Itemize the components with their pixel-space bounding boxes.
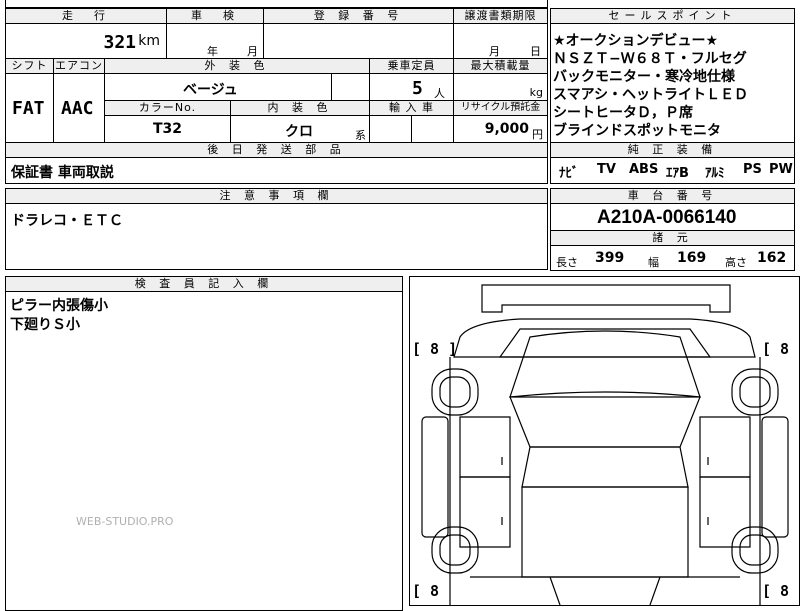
registration-cell <box>263 23 454 59</box>
shift-cell: FAT <box>5 73 54 143</box>
transfer-header: 譲渡書類期限 <box>453 8 548 24</box>
width-value: 169 <box>677 250 707 266</box>
inspector-line: 下廻りＳ小 <box>10 317 80 333</box>
transfer-month-unit: 月 <box>489 45 500 58</box>
later-parts-cell: 保証書 車両取説 <box>5 157 548 184</box>
interior-value: クロ <box>285 124 313 140</box>
sales-point-line: シートヒータＤ，Ｐ席 <box>553 105 693 121</box>
sales-point-line: ブラインドスポットモニタ <box>553 123 721 139</box>
inspection-cell: 年 月 <box>166 23 264 59</box>
equipment-item: PS <box>743 162 762 177</box>
tire-rear-left-rating: [ 8 <box>412 582 440 600</box>
later-parts-value: 保証書 車両取説 <box>11 165 114 181</box>
exterior-header: 外 装 色 <box>104 58 370 74</box>
later-parts-header: 後 日 発 送 部 品 <box>5 142 548 158</box>
exterior-value: ベージュ <box>183 82 238 98</box>
recycle-cell: 9,000 円 <box>453 115 548 143</box>
capacity-unit: 人 <box>434 87 445 100</box>
chassis-header: 車 台 番 号 <box>550 188 795 204</box>
recycle-unit: 円 <box>532 128 543 141</box>
car-diagram-frame: [ 8 ] [ 8 ] [ 8 [ 8 <box>409 276 800 606</box>
inspector-cell: ピラー内張傷小 下廻りＳ小 WEB-STUDIO.PRO <box>5 291 403 611</box>
sales-point-line: ＮＳＺＴ−Ｗ６８Ｔ・フルセグ <box>553 51 747 67</box>
color-no-cell: T32 <box>104 115 231 143</box>
max-load-unit: kg <box>529 86 543 99</box>
chassis-cell: A210A-0066140 <box>550 203 795 231</box>
color-no-value: T32 <box>153 121 183 137</box>
width-label: 幅 <box>648 256 659 269</box>
capacity-cell: 5 人 <box>369 73 454 101</box>
sales-points-cell: ★オークションデビュー★ ＮＳＺＴ−Ｗ６８Ｔ・フルセグ バックモニター・寒冷地仕… <box>550 23 795 143</box>
exterior-aux-cell <box>331 73 370 101</box>
interior-cell: クロ 系 <box>230 115 370 143</box>
inspection-header: 車 検 <box>166 8 264 24</box>
registration-header: 登 録 番 号 <box>263 8 454 24</box>
equipment-item: ﾅﾋﾞ <box>559 166 579 181</box>
inspection-year-unit: 年 <box>207 45 218 58</box>
equipment-cell: ﾅﾋﾞ TV ABS ｴｱB ｱﾙﾐ PS PW <box>550 157 795 184</box>
equipment-item: ABS <box>629 162 659 177</box>
equipment-header: 純 正 装 備 <box>550 142 795 158</box>
interior-suffix: 系 <box>355 129 366 142</box>
tire-rear-right-rating: [ 8 <box>762 582 790 600</box>
mileage-value: 321 <box>103 32 136 53</box>
inspector-line: ピラー内張傷小 <box>10 298 108 314</box>
color-no-header: カラーNo. <box>104 100 231 116</box>
sales-point-line: スマアシ・ヘットライトＬＥＤ <box>553 87 749 103</box>
tire-front-right-rating: [ 8 ] <box>762 340 800 358</box>
dimensions-header: 諸 元 <box>550 230 795 246</box>
mileage-header: 走 行 <box>5 8 167 24</box>
mileage-cell: 321 km <box>5 23 167 59</box>
shift-value: FAT <box>12 98 45 119</box>
equipment-item: PW <box>769 162 793 177</box>
inspector-header: 検 査 員 記 入 欄 <box>5 276 403 292</box>
sales-points-header: セールスポイント <box>550 8 795 24</box>
tire-front-left-rating: [ 8 ] <box>412 340 458 358</box>
import-cell-b <box>411 115 454 143</box>
sales-point-line: バックモニター・寒冷地仕様 <box>553 69 735 85</box>
aircon-value: AAC <box>61 98 94 119</box>
aircon-cell: AAC <box>53 73 105 143</box>
mileage-unit: km <box>138 33 160 49</box>
notes-cell: ドラレコ・ＥＴＣ <box>5 203 548 270</box>
chassis-value: A210A-0066140 <box>597 207 737 228</box>
exterior-cell: ベージュ <box>104 73 332 101</box>
equipment-item: ｱﾙﾐ <box>705 166 725 181</box>
capacity-value: 5 <box>412 78 423 99</box>
length-label: 長さ <box>556 256 578 269</box>
dimensions-cell: 長さ 399 幅 169 高さ 162 <box>550 245 795 271</box>
transfer-day-unit: 日 <box>530 45 541 58</box>
interior-header: 内 装 色 <box>230 100 370 116</box>
capacity-header: 乗車定員 <box>369 58 454 74</box>
equipment-item: ｴｱB <box>666 166 689 181</box>
length-value: 399 <box>595 250 625 266</box>
height-label: 高さ <box>725 256 747 269</box>
notes-header: 注 意 事 項 欄 <box>5 188 548 204</box>
notes-value: ドラレコ・ＥＴＣ <box>11 213 123 229</box>
import-header: 輸 入 車 <box>369 100 454 116</box>
equipment-item: TV <box>597 162 616 177</box>
shift-header: シフト <box>5 58 54 74</box>
max-load-header: 最大積載量 <box>453 58 548 74</box>
height-value: 162 <box>757 250 787 266</box>
inspection-month-unit: 月 <box>247 45 258 58</box>
recycle-value: 9,000 <box>484 121 529 137</box>
transfer-cell: 月 日 <box>453 23 548 59</box>
car-diagram <box>421 284 789 605</box>
top-strip <box>5 0 548 8</box>
watermark: WEB-STUDIO.PRO <box>76 515 174 528</box>
recycle-header: リサイクル預託金 <box>453 100 548 116</box>
max-load-cell: kg <box>453 73 548 101</box>
import-cell-a <box>369 115 412 143</box>
sales-point-line: ★オークションデビュー★ <box>553 33 719 49</box>
aircon-header: エアコン <box>53 58 105 74</box>
